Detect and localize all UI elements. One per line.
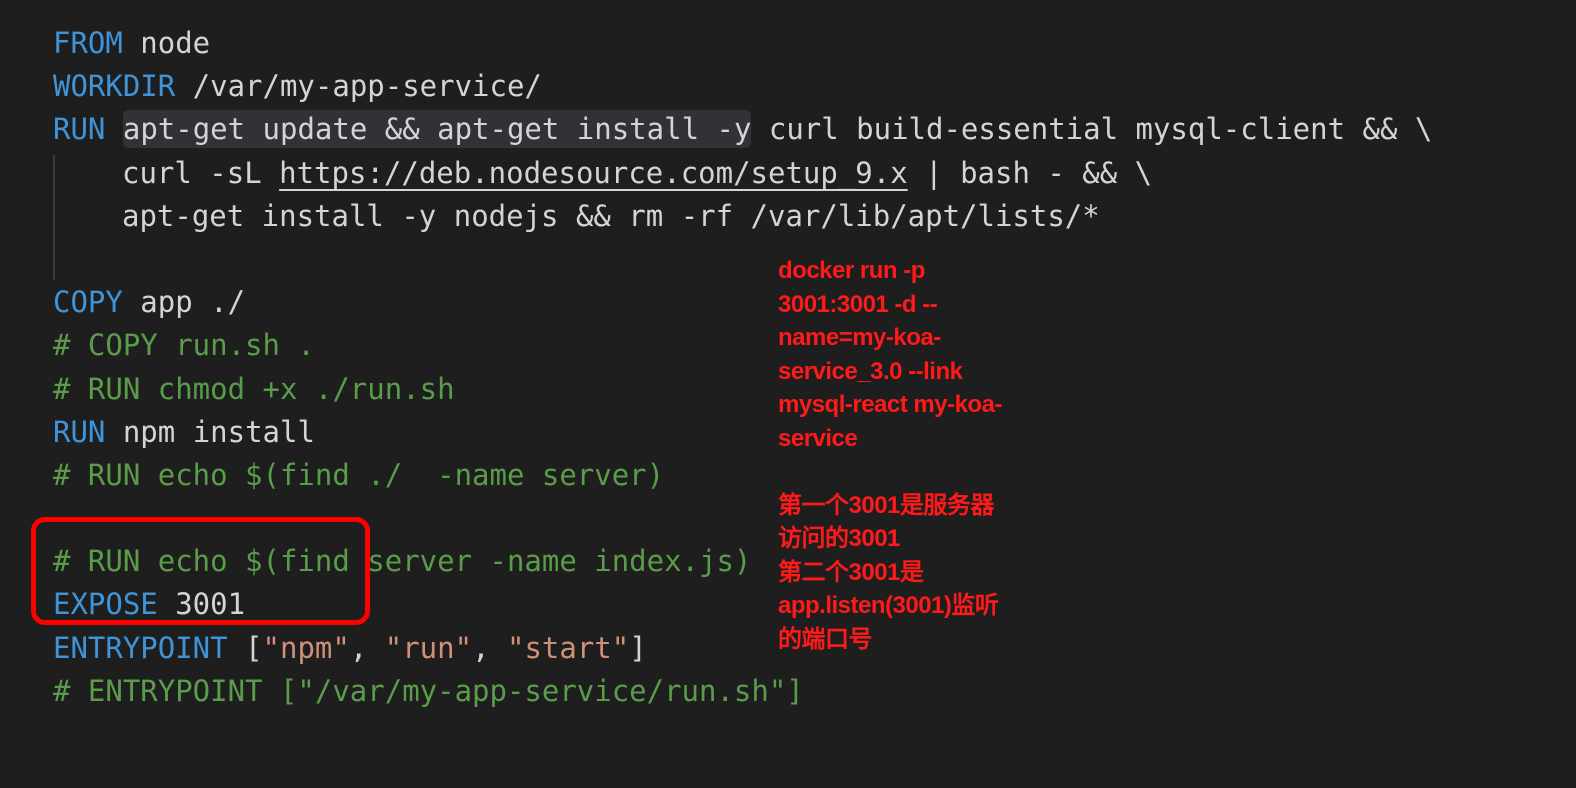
annotation-line: docker run -p: [778, 257, 925, 284]
code-line-1: FROM node: [53, 22, 1432, 65]
code-text: app ./: [122, 285, 246, 320]
code-text: npm install: [105, 414, 315, 449]
comma: ,: [349, 630, 385, 665]
code-line-15: ENTRYPOINT ["npm", "run", "start"]: [53, 627, 1432, 670]
comment: # COPY run.sh .: [53, 328, 315, 363]
annotation-line: 第一个3001是服务器: [778, 491, 994, 519]
annotation-line: app.listen(3001)监听: [778, 592, 999, 619]
comma: ,: [472, 630, 507, 665]
annotation-line: 访问的3001: [778, 525, 900, 552]
code-line-8: # COPY run.sh .: [53, 324, 1432, 367]
bracket: ]: [629, 630, 647, 665]
code-text: /var/my-app-service/: [175, 69, 542, 104]
code-line-7: COPY app ./: [53, 281, 1432, 324]
url-link[interactable]: https://deb.nodesource.com/setup_9.x: [279, 156, 908, 190]
selected-text: apt-get update && apt-get install -y: [122, 110, 752, 149]
code-line-3: RUN apt-get update && apt-get install -y…: [53, 108, 1432, 151]
code-line-2: WORKDIR /var/my-app-service/: [53, 65, 1432, 108]
code-text: curl build-essential mysql-client && \: [751, 112, 1433, 147]
annotation-line: 第二个3001是: [778, 558, 924, 586]
code-editor[interactable]: FROM node WORKDIR /var/my-app-service/ R…: [0, 0, 1576, 788]
string: "run": [384, 630, 473, 665]
keyword: WORKDIR: [53, 69, 176, 104]
bracket: [: [227, 630, 263, 665]
keyword: COPY: [53, 285, 123, 320]
annotation-line: mysql-react my-koa-: [778, 391, 1002, 418]
keyword: FROM: [53, 26, 123, 60]
keyword: ENTRYPOINT: [53, 630, 228, 665]
code-line-9: # RUN chmod +x ./run.sh: [53, 368, 1432, 411]
keyword: RUN: [53, 414, 106, 449]
annotation-line: 3001:3001 -d --: [778, 290, 938, 318]
comment: # RUN echo $(find ./ -name server): [53, 457, 665, 492]
code-text: | bash - && \: [907, 155, 1153, 190]
code-line-5: apt-get install -y nodejs && rm -rf /var…: [53, 195, 1432, 238]
keyword: RUN: [53, 112, 106, 147]
annotation-note: docker run -p 3001:3001 -d -- name=my-ko…: [778, 254, 1078, 656]
code-line-16: # ENTRYPOINT ["/var/my-app-service/run.s…: [53, 670, 1432, 713]
comment: # ENTRYPOINT ["/var/my-app-service/run.s…: [53, 673, 804, 708]
code-text: curl -sL: [122, 155, 280, 190]
code-line-10: RUN npm install: [53, 411, 1432, 454]
comment: # RUN chmod +x ./run.sh: [53, 371, 455, 406]
annotation-line: name=my-koa-: [778, 324, 941, 351]
code-line-11: # RUN echo $(find ./ -name server): [53, 454, 1432, 497]
string: "start": [507, 630, 630, 665]
annotation-line: service: [778, 424, 858, 452]
string: "npm": [262, 630, 350, 665]
highlight-box: [31, 517, 370, 625]
annotation-line: service_3.0 --link: [778, 357, 963, 385]
code-text: apt-get install -y nodejs && rm -rf /var…: [122, 198, 1100, 233]
annotation-spacer: [778, 455, 1078, 489]
code-text: node: [122, 26, 211, 60]
annotation-line: 的端口号: [778, 625, 873, 653]
code-line-4: curl -sL https://deb.nodesource.com/setu…: [53, 152, 1432, 195]
